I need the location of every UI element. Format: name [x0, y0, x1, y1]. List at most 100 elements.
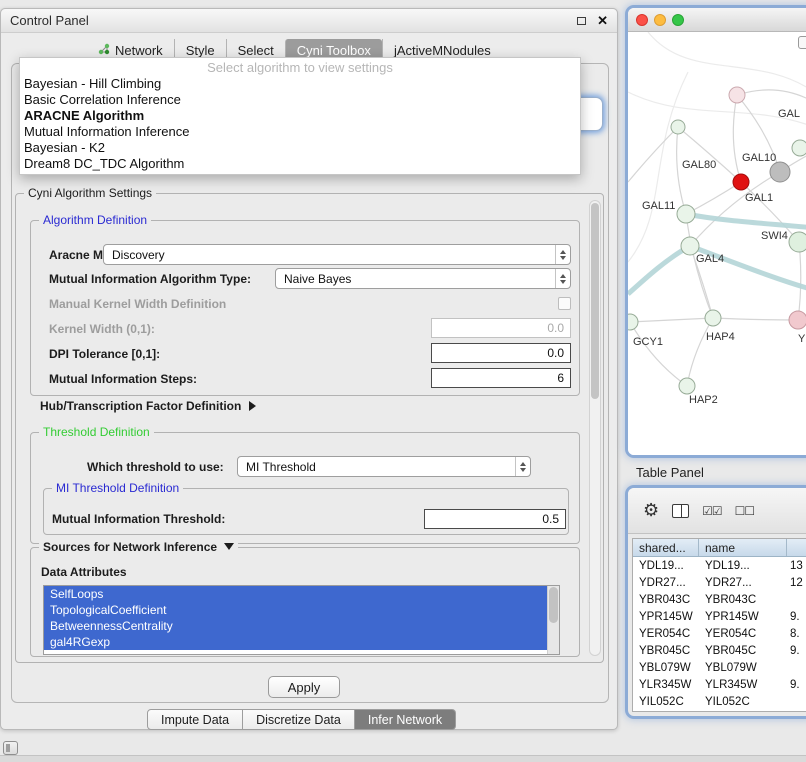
algorithm-option[interactable]: Basic Correlation Inference — [20, 92, 580, 108]
select-all-icon[interactable]: ☑☑ — [702, 505, 722, 517]
aracne-mode-dropdown[interactable]: Discovery — [103, 244, 571, 265]
minimize-traffic-icon[interactable] — [654, 14, 666, 26]
column-header[interactable]: shared... — [633, 539, 699, 556]
which-threshold-dropdown[interactable]: MI Threshold — [237, 456, 531, 477]
which-threshold-value: MI Threshold — [246, 460, 316, 474]
float-window-icon[interactable] — [577, 17, 586, 25]
tab-label: Network — [115, 43, 163, 58]
algorithm-option[interactable]: ARACNE Algorithm — [20, 108, 580, 124]
attribute-item-selected[interactable]: gal4RGexp — [44, 634, 547, 650]
node-label: GAL10 — [742, 152, 776, 164]
scrollbar-thumb[interactable] — [591, 203, 599, 399]
column-header[interactable] — [787, 539, 806, 556]
algorithm-definition-group: Algorithm Definition Aracne Mode: Discov… — [30, 220, 580, 396]
collapsed-panel-icon[interactable] — [3, 741, 18, 755]
control-panel-window: Control Panel ✕ NetworkStyleSelectCyni T… — [0, 8, 618, 730]
network-node[interactable] — [789, 311, 806, 329]
network-node[interactable] — [628, 314, 638, 330]
algorithm-popup-list: Bayesian - Hill ClimbingBasic Correlatio… — [20, 76, 580, 172]
algorithm-option[interactable]: Bayesian - K2 — [20, 140, 580, 156]
tab-label: Cyni Toolbox — [297, 43, 371, 58]
data-attributes-label: Data Attributes — [41, 565, 127, 580]
table-row[interactable]: YER054CYER054C8. — [633, 625, 806, 642]
deselect-all-icon[interactable]: ☐☐ — [735, 505, 755, 517]
network-edge — [737, 90, 806, 102]
table-cell: 12 — [787, 577, 806, 589]
manual-kernel-checkbox — [558, 297, 571, 310]
close-icon[interactable]: ✕ — [597, 14, 608, 27]
table-row[interactable]: YLR345WYLR345W9. — [633, 676, 806, 693]
stepper-arrows-icon — [515, 457, 530, 476]
mi-type-dropdown[interactable]: Naive Bayes — [275, 268, 571, 289]
network-node[interactable] — [677, 205, 695, 223]
sources-toggle[interactable]: Sources for Network Inference — [39, 540, 238, 554]
table-cell: YER054C — [699, 628, 787, 640]
table-cell: 9. — [787, 611, 806, 623]
network-edge — [628, 127, 678, 182]
network-edge — [630, 322, 687, 386]
hub-definition-toggle[interactable]: Hub/Transcription Factor Definition — [40, 398, 256, 414]
table-cell: YBR043C — [699, 594, 787, 606]
attribute-item-selected[interactable]: TopologicalCoefficient — [44, 602, 547, 618]
network-node[interactable] — [789, 232, 806, 252]
network-node[interactable] — [733, 174, 749, 190]
table-row[interactable]: YDR27...YDR27...12 — [633, 574, 806, 591]
network-node[interactable] — [729, 87, 745, 103]
bottom-tab-bar: Impute DataDiscretize DataInfer Network — [147, 709, 456, 730]
table-row[interactable]: YDL19...YDL19...13 — [633, 557, 806, 574]
column-layout-icon[interactable] — [672, 504, 689, 518]
dpi-tolerance-field[interactable]: 0.0 — [431, 343, 571, 363]
table-row[interactable]: YBR043CYBR043C — [633, 591, 806, 608]
network-node[interactable] — [792, 140, 806, 156]
mi-threshold-definition-title: MI Threshold Definition — [52, 481, 183, 495]
table-panel-title: Table Panel — [636, 465, 704, 480]
column-header[interactable]: name — [699, 539, 787, 556]
control-panel-titlebar: Control Panel ✕ — [1, 9, 617, 33]
bottom-tab-impute-data[interactable]: Impute Data — [147, 709, 243, 730]
table-cell: YIL052C — [633, 696, 699, 708]
birdseye-view-icon[interactable] — [798, 36, 806, 49]
network-edge — [798, 242, 801, 320]
attribute-item-selected[interactable]: SelfLoops — [44, 586, 547, 602]
settings-group-title: Cyni Algorithm Settings — [24, 186, 156, 200]
algorithm-option[interactable]: Mutual Information Inference — [20, 124, 580, 140]
table-row[interactable]: YPR145WYPR145W9. — [633, 608, 806, 625]
zoom-traffic-icon[interactable] — [672, 14, 684, 26]
network-edge — [713, 318, 798, 320]
bottom-window-edge — [0, 755, 806, 762]
bottom-tab-infer-network[interactable]: Infer Network — [355, 709, 456, 730]
network-edge — [678, 127, 741, 182]
settings-gear-icon[interactable]: ⚙ — [643, 502, 659, 520]
settings-scrollbar[interactable] — [589, 200, 601, 656]
sources-title: Sources for Network Inference — [43, 540, 217, 554]
table-row[interactable]: YBR045CYBR045C9. — [633, 642, 806, 659]
network-canvas[interactable]: GALGAL80GAL10GAL11GAL1SWI4GAL4GCY1HAP4HA… — [628, 32, 806, 455]
algorithm-option[interactable]: Dream8 DC_TDC Algorithm — [20, 156, 580, 172]
attribute-item-selected[interactable]: BetweennessCentrality — [44, 618, 547, 634]
network-node[interactable] — [705, 310, 721, 326]
table-row[interactable]: YIL052CYIL052C — [633, 693, 806, 710]
threshold-definition-group: Threshold Definition Which threshold to … — [30, 432, 580, 544]
network-node[interactable] — [679, 378, 695, 394]
table-row[interactable]: YBL079WYBL079W — [633, 659, 806, 676]
kernel-width-field: 0.0 — [431, 318, 571, 338]
bottom-tab-discretize-data[interactable]: Discretize Data — [243, 709, 355, 730]
close-traffic-icon[interactable] — [636, 14, 648, 26]
node-label: GAL — [778, 108, 800, 120]
network-node[interactable] — [671, 120, 685, 134]
node-label: GAL11 — [642, 200, 675, 212]
data-attributes-list[interactable]: SelfLoopsTopologicalCoefficientBetweenne… — [43, 585, 560, 655]
apply-button[interactable]: Apply — [268, 676, 340, 698]
expand-right-icon — [249, 401, 256, 411]
network-edge — [628, 72, 688, 262]
network-node[interactable] — [770, 162, 790, 182]
threshold-definition-title: Threshold Definition — [39, 425, 154, 439]
mi-steps-field[interactable]: 6 — [431, 368, 571, 388]
mi-threshold-field[interactable]: 0.5 — [424, 509, 566, 529]
attributes-scrollbar[interactable] — [547, 586, 559, 654]
popup-placeholder: Select algorithm to view settings — [20, 60, 580, 76]
scrollbar-thumb[interactable] — [549, 587, 558, 623]
network-window-titlebar — [628, 8, 806, 32]
table-cell: YBR045C — [633, 645, 699, 657]
algorithm-option[interactable]: Bayesian - Hill Climbing — [20, 76, 580, 92]
